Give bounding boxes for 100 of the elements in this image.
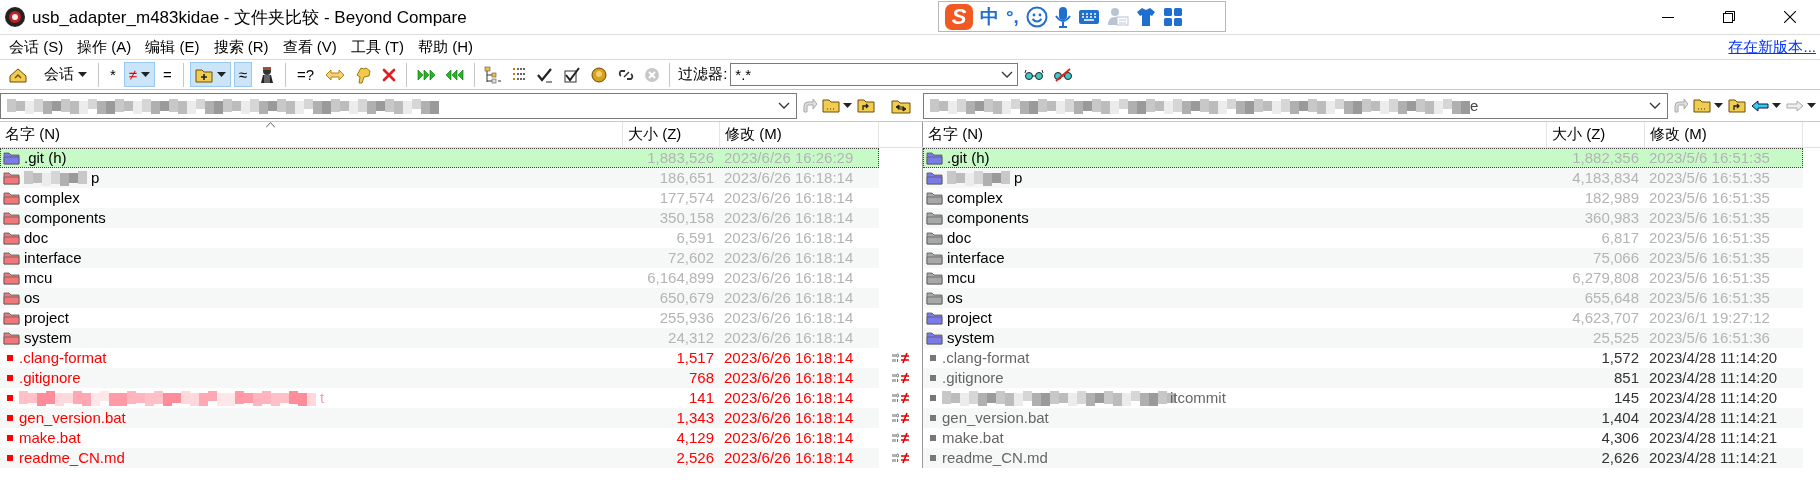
modified-cell-text: 2023/6/26 16:18:14: [723, 188, 855, 208]
file-icon: [7, 455, 13, 461]
forward-button[interactable]: [1786, 99, 1816, 112]
size-cell-text: 255,936: [658, 308, 715, 328]
menu-item[interactable]: 操作 (A): [70, 37, 139, 57]
column-header[interactable]: 大小 (Z): [1547, 122, 1645, 147]
size-cell-text: 6,591: [675, 228, 715, 248]
toggle-button[interactable]: =: [158, 62, 177, 87]
toggle-button[interactable]: ≈: [233, 62, 253, 87]
modified-cell-text: 2023/6/26 16:18:14: [723, 208, 855, 228]
toggle-button[interactable]: =?: [292, 62, 320, 87]
shirt-icon[interactable]: [1135, 6, 1156, 27]
file-row[interactable]: project 4,623,707 2023/6/1 19:27:12: [923, 308, 1803, 328]
filter-field[interactable]: *.*: [730, 63, 1019, 86]
path-field[interactable]: [0, 92, 797, 119]
app-icon: [4, 6, 26, 28]
toggle-button[interactable]: ≠: [123, 62, 156, 87]
file-row[interactable]: system 25,525 2023/5/6 16:51:36: [923, 328, 1803, 348]
file-row[interactable]: os 655,648 2023/5/6 16:51:35: [923, 288, 1803, 308]
modified-cell-text: 2023/5/6 16:51:36: [1648, 328, 1771, 348]
file-row[interactable]: mcu 6,164,899 2023/6/26 16:18:14: [0, 268, 879, 288]
file-row[interactable]: p 186,651 2023/6/26 16:18:14: [0, 168, 879, 188]
modified-cell-text: 2023/6/26 16:18:14: [723, 348, 855, 368]
file-row[interactable]: make.bat 4,306 2023/4/28 11:14:21: [923, 428, 1803, 448]
file-row[interactable]: .git (h) 1,882,356 2023/5/6 16:51:35: [923, 148, 1803, 168]
file-icon: [7, 415, 13, 421]
size-cell-text: 75,066: [1592, 248, 1640, 268]
file-row[interactable]: components 360,983 2023/5/6 16:51:35: [923, 208, 1803, 228]
grid-icon[interactable]: [1162, 6, 1183, 27]
folder-up-icon[interactable]: [1728, 98, 1746, 113]
menu-item[interactable]: 编辑 (E): [138, 37, 207, 57]
caret-icon: [843, 102, 852, 109]
file-row[interactable]: .git (h) 1,883,526 2023/6/26 16:26:29: [0, 148, 879, 168]
file-name: system: [24, 328, 72, 348]
file-row[interactable]: interface 72,602 2023/6/26 16:18:14: [0, 248, 879, 268]
update-link[interactable]: 存在新版本...: [1728, 37, 1816, 57]
column-header[interactable]: 修改 (M): [1645, 122, 1803, 147]
column-header[interactable]: 修改 (M): [720, 122, 879, 147]
size-cell-text: 1,404: [1600, 408, 1640, 428]
modified-cell-text: 2023/4/28 11:14:21: [1648, 448, 1779, 468]
keyboard-icon[interactable]: [1077, 8, 1100, 25]
chevron-down-icon: [1001, 70, 1014, 79]
file-row[interactable]: gen_version.bat 1,343 2023/6/26 16:18:14: [0, 408, 879, 428]
browse-button[interactable]: [822, 98, 852, 113]
modified-cell-text: 2023/6/26 16:18:14: [723, 248, 855, 268]
toggle-button[interactable]: [189, 62, 231, 87]
caret-icon: [1772, 102, 1781, 109]
file-row[interactable]: os 650,679 2023/6/26 16:18:14: [0, 288, 879, 308]
punctuation-toggle[interactable]: °,: [1006, 5, 1019, 28]
double-arrow-right-icon: [416, 67, 437, 82]
menu-item[interactable]: 工具 (T): [343, 37, 411, 57]
double-arrow-icon: [325, 67, 346, 82]
file-row[interactable]: make.bat 4,129 2023/6/26 16:18:14: [0, 428, 879, 448]
size-cell-text: 141: [687, 388, 715, 408]
glasses-off-icon: [1053, 67, 1074, 82]
size-cell-text: 350,158: [658, 208, 715, 228]
file-row[interactable]: p 4,183,834 2023/5/6 16:51:35: [923, 168, 1803, 188]
size-cell-text: 1,343: [675, 408, 715, 428]
binary-differs-icon: [891, 452, 910, 464]
file-row[interactable]: complex 177,574 2023/6/26 16:18:14: [0, 188, 879, 208]
menu-item[interactable]: 查看 (V): [275, 37, 344, 57]
file-row[interactable]: t 141 2023/6/26 16:18:14: [0, 388, 879, 408]
modified-cell-text: 2023/6/26 16:18:14: [723, 308, 855, 328]
file-row[interactable]: readme_CN.md 2,526 2023/6/26 16:18:14: [0, 448, 879, 468]
menu-item[interactable]: 帮助 (H): [411, 37, 480, 57]
file-row[interactable]: .gitignore 851 2023/4/28 11:14:20: [923, 368, 1803, 388]
file-name: .clang-format: [942, 348, 1030, 368]
menu-item[interactable]: 搜索 (R): [206, 37, 276, 57]
smiley-icon[interactable]: [1025, 5, 1048, 28]
file-row[interactable]: components 350,158 2023/6/26 16:18:14: [0, 208, 879, 228]
file-row[interactable]: interface 75,066 2023/5/6 16:51:35: [923, 248, 1803, 268]
folder-up-icon[interactable]: [857, 98, 875, 113]
back-button[interactable]: [1751, 99, 1781, 112]
file-row[interactable]: .gitignore 768 2023/6/26 16:18:14: [0, 368, 879, 388]
file-row[interactable]: readme_CN.md 2,626 2023/4/28 11:14:21: [923, 448, 1803, 468]
modified-cell-text: 2023/5/6 16:51:35: [1648, 228, 1771, 248]
file-row[interactable]: .clang-format 1,517 2023/6/26 16:18:14: [0, 348, 879, 368]
session-button[interactable]: 会话: [3, 62, 92, 87]
column-header[interactable]: 大小 (Z): [623, 122, 720, 147]
path-field[interactable]: e: [923, 92, 1668, 119]
file-row[interactable]: project 255,936 2023/6/26 16:18:14: [0, 308, 879, 328]
column-header[interactable]: 名字 (N): [0, 122, 623, 147]
cancel-icon: [644, 66, 661, 83]
browse-button[interactable]: [1693, 98, 1723, 113]
file-row[interactable]: mcu 6,279,808 2023/5/6 16:51:35: [923, 268, 1803, 288]
file-row[interactable]: doc 6,817 2023/5/6 16:51:35: [923, 228, 1803, 248]
menu-item[interactable]: 会话 (S): [2, 37, 71, 57]
file-row[interactable]: complex 182,989 2023/5/6 16:51:35: [923, 188, 1803, 208]
file-row[interactable]: .clang-format 1,572 2023/4/28 11:14:20: [923, 348, 1803, 368]
column-header[interactable]: 名字 (N): [923, 122, 1547, 147]
swap-sides-icon[interactable]: [891, 97, 911, 114]
microphone-icon[interactable]: [1054, 5, 1071, 28]
input-mode-toggle[interactable]: 中: [980, 3, 999, 30]
file-row[interactable]: itcommit 145 2023/4/28 11:14:20: [923, 388, 1803, 408]
file-row[interactable]: doc 6,591 2023/6/26 16:18:14: [0, 228, 879, 248]
file-row[interactable]: system 24,312 2023/6/26 16:18:14: [0, 328, 879, 348]
toggle-button[interactable]: *: [105, 62, 121, 87]
file-row[interactable]: gen_version.bat 1,404 2023/4/28 11:14:21: [923, 408, 1803, 428]
file-name: .clang-format: [19, 348, 107, 368]
glasses-icon: [1024, 68, 1045, 81]
